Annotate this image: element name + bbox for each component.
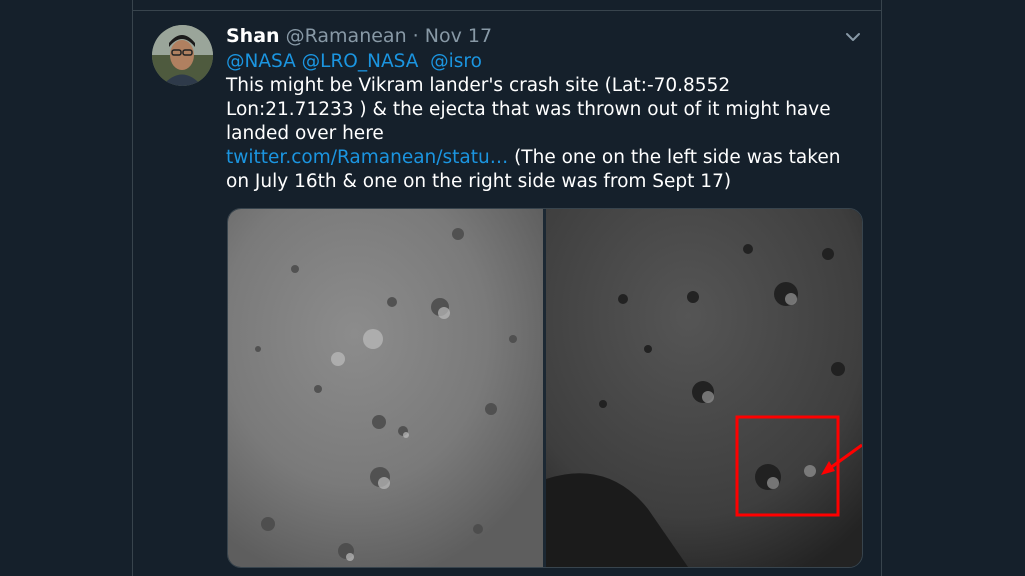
tweet-media[interactable]	[227, 208, 863, 568]
chevron-down-icon[interactable]	[844, 28, 862, 46]
tweet-text-main: This might be Vikram lander's crash site…	[226, 75, 831, 144]
display-name[interactable]: Shan	[226, 25, 280, 47]
timeline-column: Shan @Ramanean · Nov 17 @NASA @LRO_NASA …	[132, 0, 882, 576]
status-link[interactable]: twitter.com/Ramanean/statu…	[226, 147, 508, 168]
tweet-content: Shan @Ramanean · Nov 17 @NASA @LRO_NASA …	[226, 22, 856, 194]
left-lunar-image	[228, 209, 544, 567]
separator-dot: ·	[412, 25, 419, 47]
tweet-date[interactable]: Nov 17	[425, 25, 492, 47]
right-lunar-image	[546, 209, 862, 567]
user-handle[interactable]: @Ramanean	[286, 25, 407, 47]
mention-lro-nasa[interactable]: @LRO_NASA	[302, 51, 419, 72]
tweet-header: Shan @Ramanean · Nov 17	[226, 22, 856, 50]
mention-nasa[interactable]: @NASA	[226, 51, 296, 72]
mention-isro[interactable]: @isro	[430, 51, 482, 72]
avatar[interactable]	[152, 25, 213, 86]
tweet-text: @NASA @LRO_NASA @isro This might be Vikr…	[226, 50, 856, 194]
divider	[133, 10, 881, 11]
